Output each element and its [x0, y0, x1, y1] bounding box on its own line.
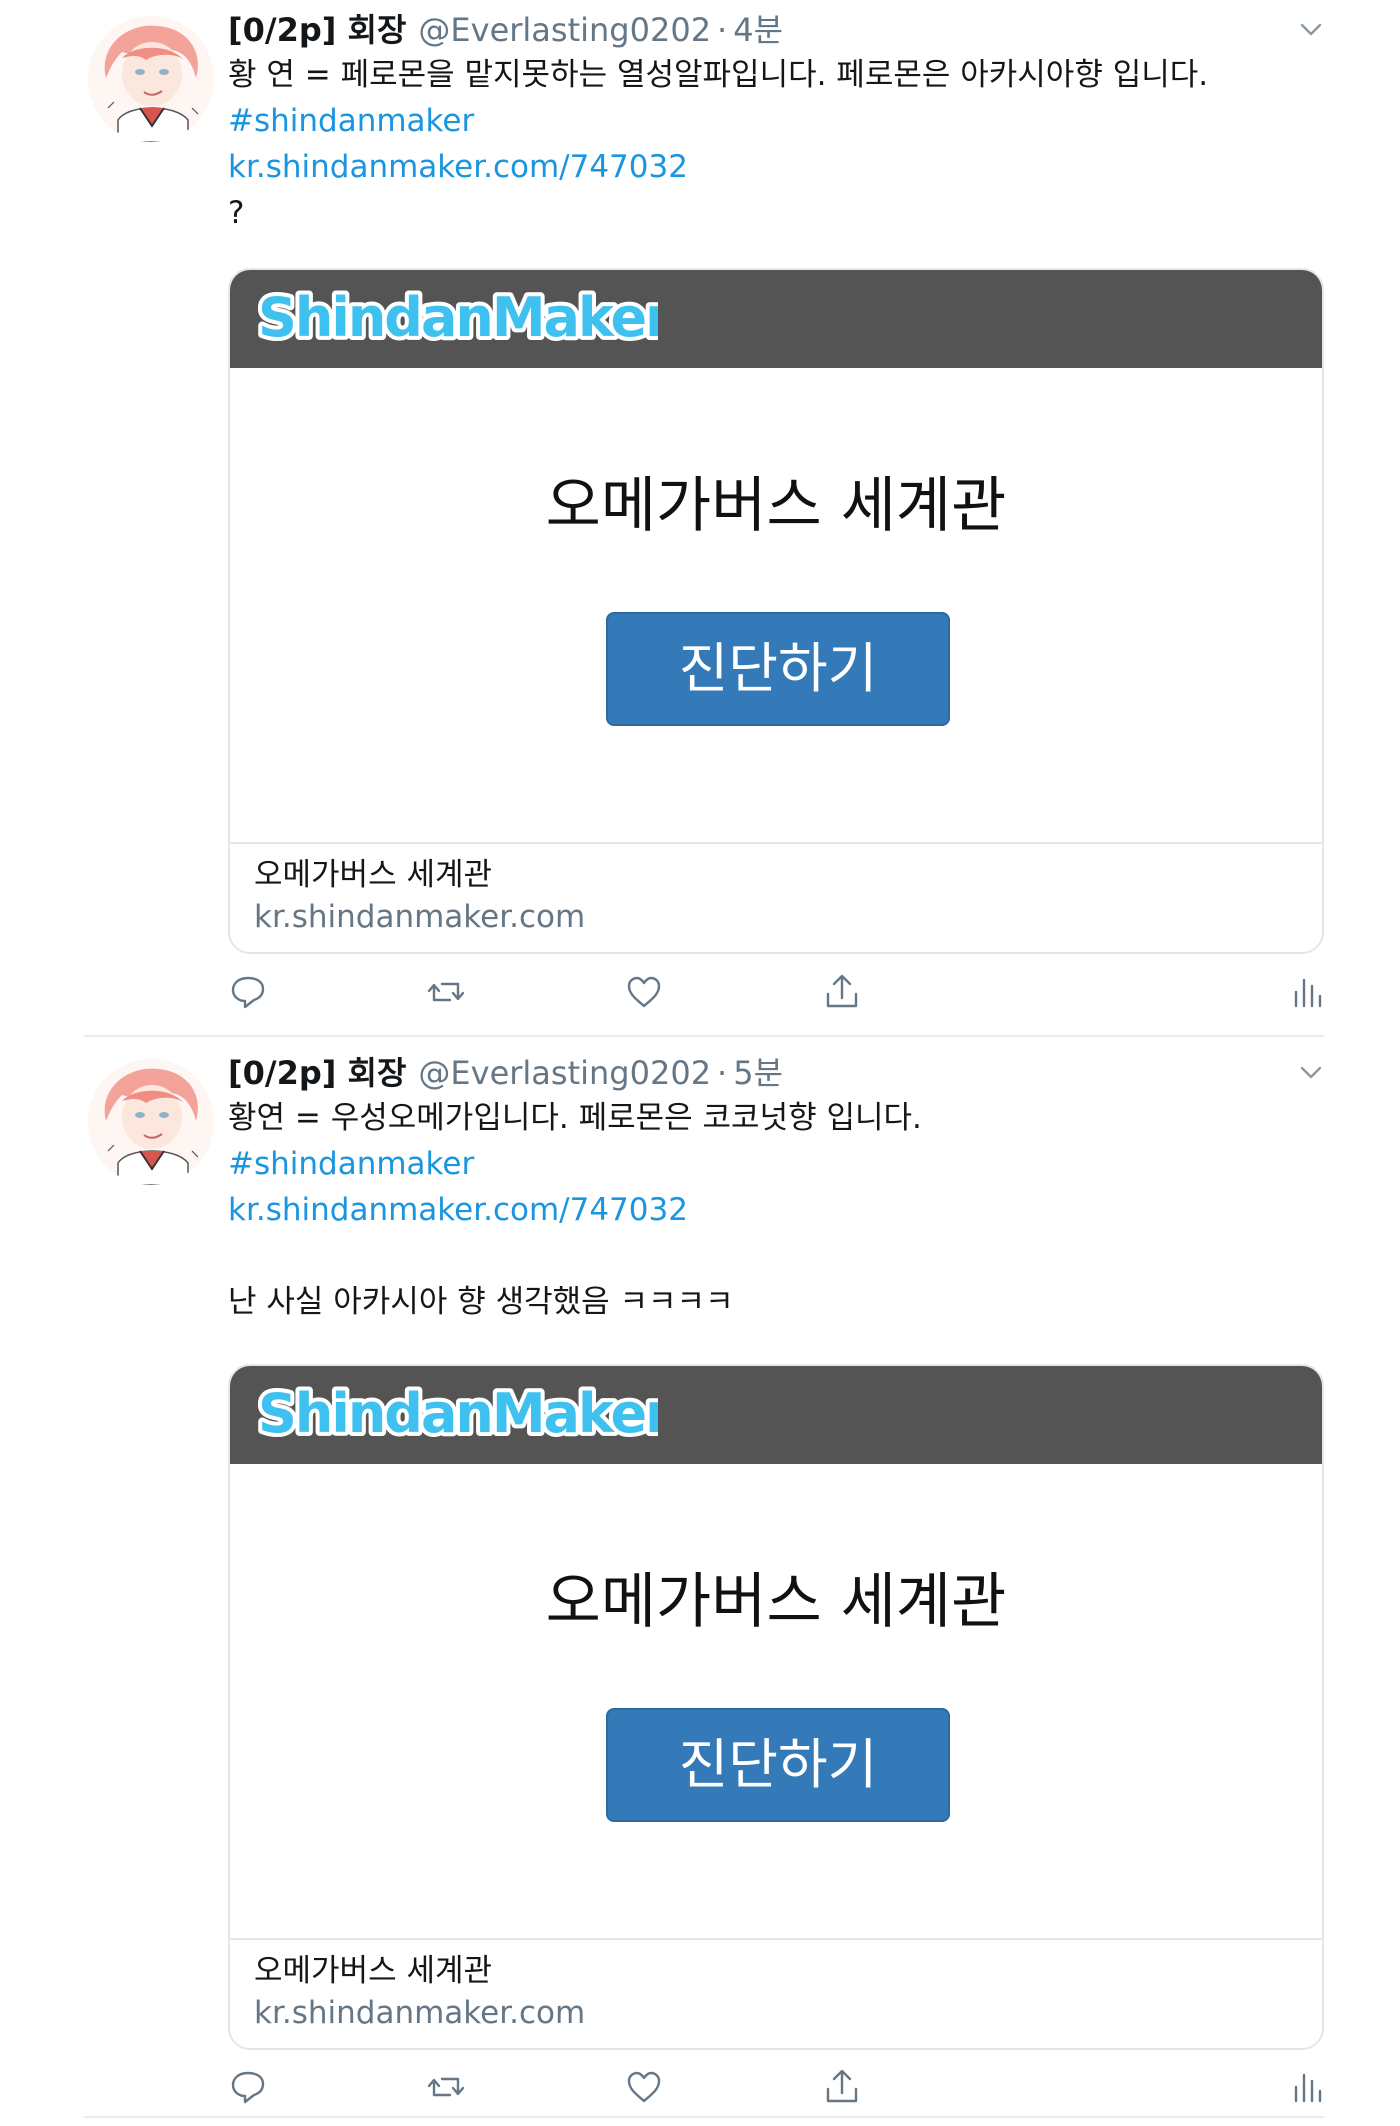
avatar[interactable] [88, 1059, 214, 1185]
hashtag-link[interactable]: #shindanmaker [228, 1141, 1326, 1187]
card-title: 오메가버스 세계관 [254, 1953, 493, 1989]
retweet-icon[interactable] [426, 2067, 466, 2107]
card-title: 오메가버스 세계관 [254, 857, 493, 893]
tweet-header: [0/2p] 회장 @Everlasting0202 · 5분 [228, 1051, 1326, 1095]
card-domain: kr.shindanmaker.com [254, 1995, 586, 2031]
tweet-content: [0/2p] 회장 @Everlasting0202 · 5분 황연 = 우성오… [228, 1051, 1326, 1325]
logo-text: ShindanMaker [258, 286, 658, 349]
card-heading: 오메가버스 세계관 [545, 1567, 1007, 1637]
hashtag-link[interactable]: #shindanmaker [228, 98, 1326, 144]
separator-dot: · [717, 1054, 728, 1092]
shindanmaker-logo: ShindanMaker ShindanMaker [258, 282, 658, 353]
chevron-down-icon[interactable] [1296, 1057, 1326, 1087]
tweet-content: [0/2p] 회장 @Everlasting0202 · 4분 황 연 = 페로… [228, 8, 1326, 236]
author-name[interactable]: [0/2p] 회장 [228, 8, 406, 52]
card-image: 오메가버스 세계관 진단하기 [230, 1464, 1322, 1940]
tweet-text-extra: ? [228, 195, 245, 231]
author-name[interactable]: [0/2p] 회장 [228, 1051, 406, 1095]
diagnose-button[interactable]: 진단하기 [606, 612, 950, 726]
card-meta: 오메가버스 세계관 kr.shindanmaker.com [254, 854, 1298, 938]
diagnose-button[interactable]: 진단하기 [606, 1708, 950, 1822]
tweet-timestamp[interactable]: 4분 [733, 8, 783, 52]
share-icon[interactable] [822, 972, 862, 1012]
url-link[interactable]: kr.shindanmaker.com/747032 [228, 144, 1326, 190]
card-domain: kr.shindanmaker.com [254, 899, 586, 935]
reply-icon[interactable] [228, 2067, 268, 2107]
card-image: 오메가버스 세계관 진단하기 [230, 368, 1322, 844]
card-banner: ShindanMaker ShindanMaker [230, 270, 1322, 368]
link-card[interactable]: ShindanMaker ShindanMaker 오메가버스 세계관 진단하기… [228, 1364, 1324, 2050]
like-icon[interactable] [624, 972, 664, 1012]
author-handle[interactable]: @Everlasting0202 [418, 8, 711, 52]
shindanmaker-logo: ShindanMaker ShindanMaker [258, 1378, 658, 1449]
author-handle[interactable]: @Everlasting0202 [418, 1051, 711, 1095]
link-card[interactable]: ShindanMaker ShindanMaker 오메가버스 세계관 진단하기… [228, 268, 1324, 954]
card-banner: ShindanMaker ShindanMaker [230, 1366, 1322, 1464]
retweet-icon[interactable] [426, 972, 466, 1012]
tweet-text-extra: 난 사실 아카시아 향 생각했음 ㅋㅋㅋㅋ [228, 1284, 734, 1320]
share-icon[interactable] [822, 2067, 862, 2107]
like-icon[interactable] [624, 2067, 664, 2107]
card-heading: 오메가버스 세계관 [545, 471, 1007, 541]
analytics-icon[interactable] [1286, 2067, 1326, 2107]
tweet[interactable]: [0/2p] 회장 @Everlasting0202 · 4분 황 연 = 페로… [0, 0, 1400, 1037]
chevron-down-icon[interactable] [1296, 14, 1326, 44]
logo-text: ShindanMaker [258, 1382, 658, 1445]
tweet-text: 황 연 = 페로몬을 맡지못하는 열성알파입니다. 페로몬은 아카시아향 입니다… [228, 57, 1209, 93]
tweet-divider [84, 2116, 1324, 2118]
tweet-timestamp[interactable]: 5분 [733, 1051, 783, 1095]
url-link[interactable]: kr.shindanmaker.com/747032 [228, 1187, 1326, 1233]
card-meta: 오메가버스 세계관 kr.shindanmaker.com [254, 1950, 1298, 2034]
separator-dot: · [717, 11, 728, 49]
analytics-icon[interactable] [1286, 972, 1326, 1012]
timeline: [0/2p] 회장 @Everlasting0202 · 4분 황 연 = 페로… [0, 0, 1400, 2126]
tweet[interactable]: [0/2p] 회장 @Everlasting0202 · 5분 황연 = 우성오… [0, 1037, 1400, 2126]
avatar[interactable] [88, 16, 214, 142]
tweet-header: [0/2p] 회장 @Everlasting0202 · 4분 [228, 8, 1326, 52]
reply-icon[interactable] [228, 972, 268, 1012]
tweet-text: 황연 = 우성오메가입니다. 페로몬은 코코넛향 입니다. [228, 1100, 922, 1136]
tweet-actions [228, 2067, 1326, 2107]
tweet-actions [228, 972, 1326, 1012]
